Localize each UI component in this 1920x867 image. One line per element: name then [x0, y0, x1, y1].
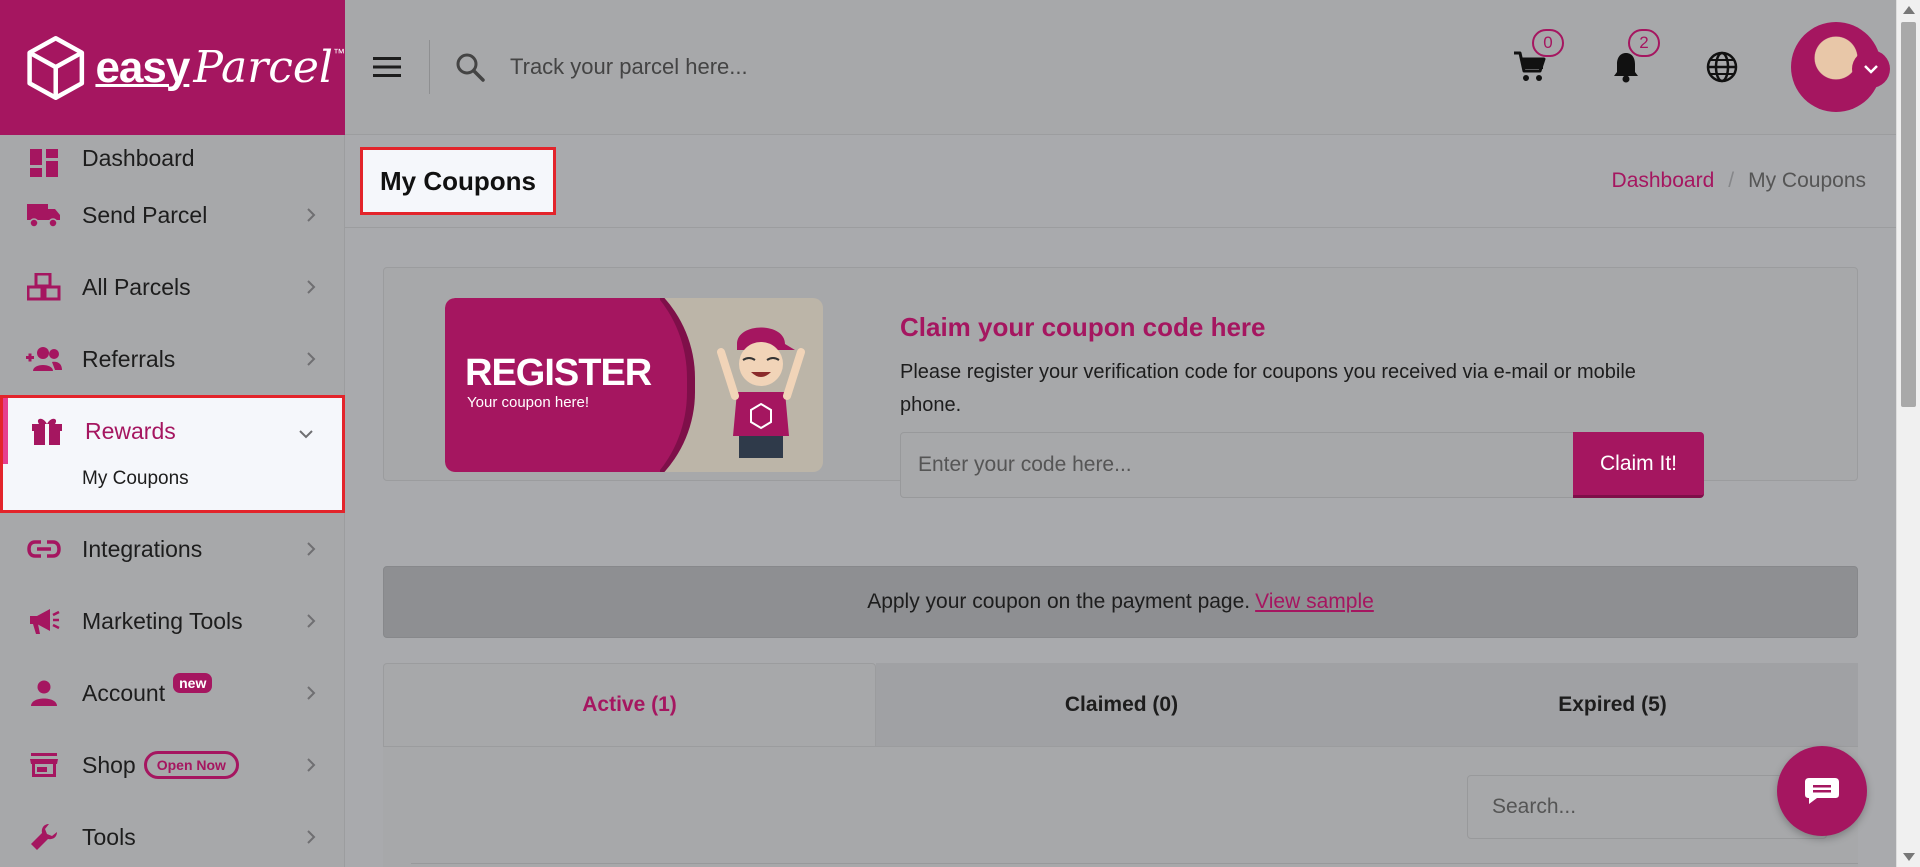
users-plus-icon — [26, 341, 62, 377]
wrench-icon — [26, 819, 62, 855]
sidebar-item-send-parcel[interactable]: Send Parcel — [0, 179, 344, 251]
chevron-right-icon — [306, 680, 316, 707]
globe-icon — [1706, 51, 1738, 83]
notifications-button[interactable]: 2 — [1578, 29, 1674, 83]
open-now-badge: Open Now — [143, 751, 239, 779]
banner-subtitle: Your coupon here! — [467, 394, 590, 411]
sidebar-item-label: Rewards — [85, 417, 176, 444]
truck-icon — [26, 197, 62, 233]
cart-count-badge: 0 — [1532, 29, 1564, 57]
page-scrollbar[interactable] — [1896, 0, 1920, 867]
claim-title: Claim your coupon code here — [900, 312, 1266, 342]
chevron-right-icon — [306, 274, 316, 301]
sidebar-item-label: Integrations — [82, 535, 203, 562]
notice-text: Apply your coupon on the payment page. — [867, 590, 1251, 613]
chevron-right-icon — [306, 752, 316, 779]
dashboard-icon — [26, 145, 62, 181]
sidebar-item-rewards[interactable]: Rewards — [3, 398, 342, 464]
sidebar-item-tools[interactable]: Tools — [0, 801, 344, 867]
mascot-illustration — [717, 327, 805, 458]
link-icon — [26, 531, 62, 567]
view-sample-link[interactable]: View sample — [1255, 590, 1374, 614]
chevron-right-icon — [306, 608, 316, 635]
scroll-down-arrow-icon[interactable] — [1903, 853, 1915, 861]
coupon-table-area — [383, 747, 1858, 867]
header-divider — [345, 227, 1896, 228]
coupon-code-input[interactable] — [900, 432, 1574, 498]
breadcrumb: Dashboard / My Coupons — [1612, 169, 1866, 193]
logo-cube-icon — [27, 35, 85, 100]
logo[interactable]: easy Parcel ™ — [0, 0, 345, 135]
sidebar-item-referrals[interactable]: Referrals — [0, 323, 344, 395]
sidebar-group-rewards: Rewards My Coupons — [0, 395, 345, 513]
logo-easy: easy — [95, 43, 190, 92]
person-icon — [26, 675, 62, 711]
chevron-down-icon[interactable] — [1852, 49, 1890, 88]
notification-count-badge: 2 — [1628, 29, 1660, 57]
sidebar-item-marketing-tools[interactable]: Marketing Tools — [0, 585, 344, 657]
store-icon — [26, 747, 62, 783]
coupon-notice: Apply your coupon on the payment page. V… — [383, 566, 1858, 638]
sidebar-item-label: Dashboard — [82, 145, 195, 171]
claim-it-button[interactable]: Claim It! — [1573, 432, 1704, 498]
language-button[interactable] — [1674, 51, 1770, 83]
sidebar-item-account[interactable]: Account new — [0, 657, 344, 729]
hamburger-icon — [373, 57, 401, 77]
breadcrumb-separator: / — [1728, 169, 1735, 192]
gift-icon — [29, 413, 65, 449]
tab-active[interactable]: Active (1) — [383, 663, 876, 746]
sidebar-item-label: Referrals — [82, 345, 176, 372]
sidebar-item-shop[interactable]: Shop Open Now — [0, 729, 344, 801]
sidebar-item-label: Send Parcel — [82, 201, 208, 228]
tab-claimed[interactable]: Claimed (0) — [876, 663, 1367, 746]
sidebar-item-all-parcels[interactable]: All Parcels — [0, 251, 344, 323]
track-parcel-input[interactable] — [510, 54, 1482, 80]
sidebar-item-label: Account — [82, 679, 166, 706]
scroll-up-arrow-icon[interactable] — [1903, 6, 1915, 14]
sidebar-subitem-my-coupons[interactable]: My Coupons — [3, 464, 342, 510]
breadcrumb-current: My Coupons — [1748, 169, 1866, 192]
cart-button[interactable]: 0 — [1482, 29, 1578, 83]
sidebar-item-label: All Parcels — [82, 273, 191, 300]
breadcrumb-dashboard-link[interactable]: Dashboard — [1612, 169, 1715, 193]
logo-parcel: Parcel — [193, 42, 333, 93]
sidebar-item-label: Shop — [82, 751, 136, 778]
register-banner-image: REGISTER Your coupon here! — [445, 298, 823, 472]
chevron-right-icon — [306, 346, 316, 373]
chat-icon — [1805, 778, 1839, 804]
banner-title: REGISTER — [465, 352, 652, 394]
table-top-border — [411, 863, 1858, 864]
coupon-search-input[interactable] — [1467, 775, 1827, 839]
menu-toggle-button[interactable] — [345, 0, 429, 135]
megaphone-icon — [26, 603, 62, 639]
top-bar: 0 2 — [345, 0, 1896, 135]
page-title: My Coupons — [360, 147, 556, 215]
search-icon — [430, 52, 510, 82]
chat-button[interactable] — [1777, 746, 1867, 836]
user-menu[interactable] — [1776, 0, 1896, 135]
coupon-tabs: Active (1) Claimed (0) Expired (5) — [383, 663, 1858, 747]
sidebar-item-label: Marketing Tools — [82, 607, 243, 634]
sidebar: Dashboard Send Parcel All Parcels Referr… — [0, 135, 345, 867]
scrollbar-thumb[interactable] — [1901, 22, 1916, 407]
chevron-right-icon — [306, 536, 316, 563]
boxes-icon — [26, 269, 62, 305]
sidebar-item-integrations[interactable]: Integrations — [0, 513, 344, 585]
sidebar-item-shop-label: Shop Open Now — [82, 751, 306, 779]
logo-text: easy Parcel ™ — [95, 42, 345, 93]
chevron-right-icon — [306, 824, 316, 851]
sidebar-subitem-label: My Coupons — [82, 468, 189, 489]
tab-expired[interactable]: Expired (5) — [1367, 663, 1858, 746]
sidebar-item-dashboard[interactable]: Dashboard — [0, 135, 344, 179]
logo-tm: ™ — [333, 46, 345, 60]
sidebar-item-account-label: Account new — [82, 673, 306, 707]
chevron-down-icon — [298, 418, 314, 445]
chevron-right-icon — [306, 202, 316, 229]
claim-description: Please register your verification code f… — [900, 361, 1636, 416]
claim-coupon-card: REGISTER Your coupon here! Claim your co… — [383, 267, 1858, 498]
sidebar-item-label: Tools — [82, 823, 136, 850]
top-actions: 0 2 — [1482, 0, 1896, 135]
main-content: My Coupons Dashboard / My Coupons REGIST… — [345, 135, 1896, 867]
new-badge: new — [173, 673, 213, 693]
